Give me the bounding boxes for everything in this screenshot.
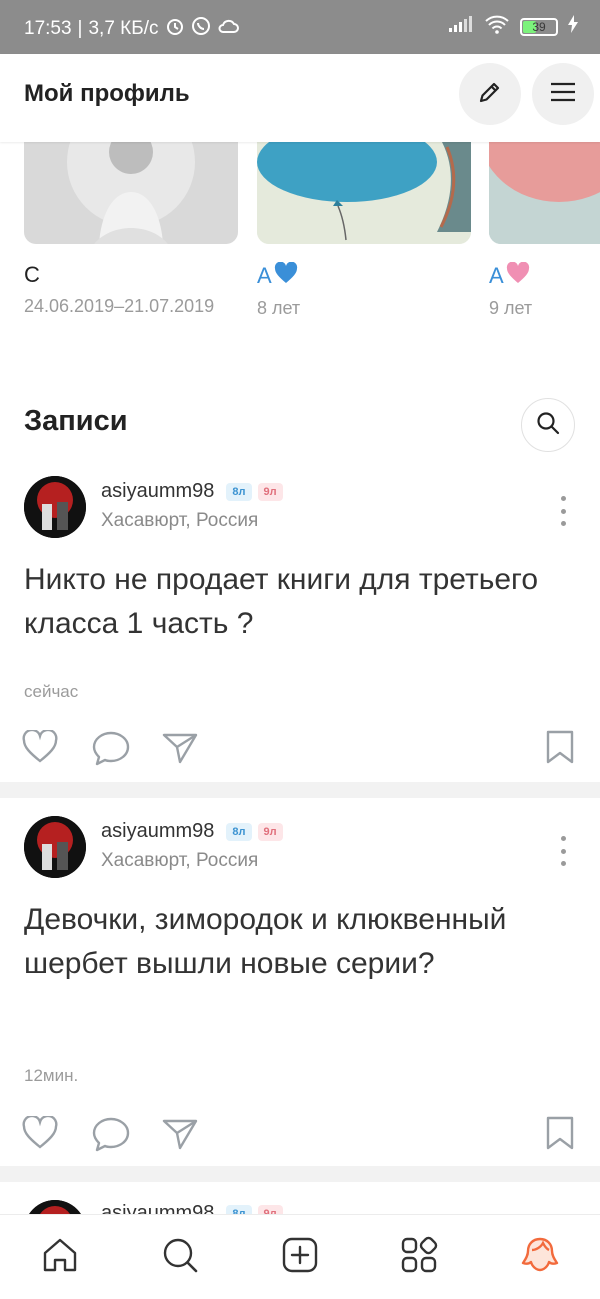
share-icon[interactable]	[162, 1116, 198, 1155]
bottom-navigation	[0, 1214, 600, 1299]
post-location: Хасавюрт, Россия	[101, 510, 259, 531]
profile-avatar-icon	[520, 1235, 560, 1280]
child-age-badge: 8л	[226, 822, 252, 841]
child-age-badge: 9л	[257, 822, 283, 841]
more-options-icon[interactable]	[552, 496, 574, 526]
child-photo	[257, 142, 471, 244]
grid-icon	[400, 1236, 438, 1279]
child-age-badge: 9л	[257, 482, 283, 501]
cloud-icon	[217, 17, 239, 41]
post-divider	[0, 782, 600, 798]
nav-home[interactable]	[40, 1237, 80, 1277]
child-age-badge: 8л	[226, 482, 252, 501]
post-actions	[0, 728, 600, 771]
add-icon	[281, 1236, 319, 1279]
post-time: сейчас	[24, 682, 79, 701]
battery-level: 39	[532, 20, 546, 34]
child-age: 9 лет	[489, 298, 533, 318]
hamburger-icon	[550, 81, 576, 108]
post-card[interactable]: asiyaumm98 8л 9л Хасавюрт, Россия Девочк…	[0, 814, 600, 1164]
child-name: А	[489, 263, 504, 288]
bookmark-icon[interactable]	[545, 1116, 575, 1155]
avatar[interactable]	[24, 816, 86, 878]
app-header: Мой профиль	[0, 54, 600, 142]
status-bar: 17:53 | 3,7 КБ/с 39	[0, 0, 600, 54]
records-heading: Записи	[24, 405, 128, 437]
nav-profile[interactable]	[520, 1237, 560, 1277]
signal-icon	[448, 15, 474, 39]
records-search-button[interactable]	[521, 398, 575, 452]
child-name: А	[257, 263, 272, 288]
child-age: 8 лет	[257, 298, 301, 318]
nav-create-post[interactable]	[280, 1237, 320, 1277]
child-card[interactable]: А 8 лет	[257, 142, 471, 319]
wifi-icon	[484, 14, 510, 40]
avatar[interactable]	[24, 476, 86, 538]
status-speed: 3,7 КБ/с	[88, 18, 159, 39]
post-text: Никто не продает книги для третьего клас…	[24, 563, 539, 640]
nav-search[interactable]	[160, 1237, 200, 1277]
share-icon[interactable]	[162, 730, 198, 769]
more-options-icon[interactable]	[552, 836, 574, 866]
charging-icon	[568, 15, 578, 39]
child-photo	[489, 142, 600, 244]
child-card[interactable]: А 9 лет	[489, 142, 600, 319]
post-text: Девочки, зимородок и клюквенный шербет в…	[24, 903, 507, 980]
bookmark-icon[interactable]	[545, 730, 575, 769]
child-name: С	[24, 262, 40, 287]
search-icon	[161, 1236, 199, 1279]
edit-profile-button[interactable]	[459, 63, 521, 125]
menu-button[interactable]	[532, 63, 594, 125]
status-time: 17:53	[24, 18, 72, 39]
child-dates: 24.06.2019–21.07.2019	[24, 296, 215, 316]
like-icon[interactable]	[22, 728, 58, 769]
blue-heart-icon	[274, 261, 298, 290]
post-username[interactable]: asiyaumm98	[101, 480, 214, 503]
page-title: Мой профиль	[24, 80, 190, 107]
status-separator: |	[77, 18, 83, 39]
comment-icon[interactable]	[92, 1116, 130, 1157]
whatsapp-icon	[191, 16, 211, 42]
alarm-icon	[165, 16, 185, 42]
child-card[interactable]: С 24.06.2019–21.07.2019	[24, 142, 238, 317]
post-username[interactable]: asiyaumm98	[101, 820, 214, 843]
pink-heart-icon	[506, 261, 530, 290]
like-icon[interactable]	[22, 1114, 58, 1155]
comment-icon[interactable]	[92, 730, 130, 771]
post-card[interactable]: asiyaumm98 8л 9л Хасавюрт, Россия Никто …	[0, 474, 600, 784]
post-time: 12мин.	[24, 1066, 79, 1085]
pencil-icon	[476, 78, 504, 111]
post-divider	[0, 1166, 600, 1182]
home-icon	[41, 1236, 79, 1279]
nav-services[interactable]	[399, 1236, 439, 1279]
children-carousel[interactable]: С 24.06.2019–21.07.2019 А 8 лет А 9 лет	[0, 142, 600, 342]
post-location: Хасавюрт, Россия	[101, 850, 259, 871]
battery-icon: 39	[520, 18, 558, 36]
post-actions	[0, 1114, 600, 1157]
child-photo	[24, 142, 238, 244]
search-icon	[536, 411, 560, 440]
